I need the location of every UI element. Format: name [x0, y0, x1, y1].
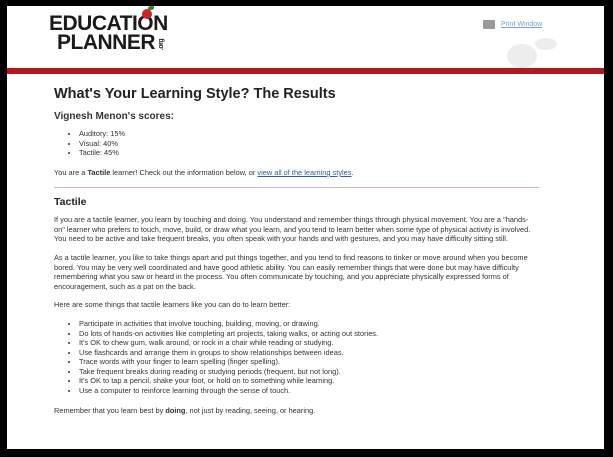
- watermark-leaf: [535, 38, 557, 50]
- result-end: .: [351, 167, 354, 177]
- tip-item: It's OK to tap a pencil, shake your foot…: [79, 376, 539, 386]
- main-content: What's Your Learning Style? The Results …: [7, 74, 539, 415]
- page-title: What's Your Learning Style? The Results: [54, 86, 336, 102]
- section-divider: [54, 186, 539, 188]
- result-mid: learner! Check out the information below…: [110, 167, 258, 177]
- closing-end: , not just by reading, seeing, or hearin…: [185, 405, 316, 415]
- tip-item: Participate in activities that involve t…: [79, 319, 539, 329]
- result-prefix: You are a: [54, 167, 88, 177]
- logo-suffix: .org: [158, 38, 166, 51]
- watermark-shape: [507, 44, 537, 68]
- tip-item: Take frequent breaks during reading or s…: [79, 367, 539, 377]
- education-planner-logo[interactable]: EDUCATION PLANNER .org: [49, 13, 168, 57]
- apple-watermark-icon: [497, 36, 567, 68]
- closing-text: Remember that you learn best by doing, n…: [54, 406, 539, 416]
- closing-prefix: Remember that you learn best by: [54, 405, 166, 415]
- scores-heading: Vignesh Menon's scores:: [54, 110, 175, 122]
- site-header: EDUCATION PLANNER .org Print Window: [7, 6, 604, 68]
- tip-item: Use a computer to reinforce learning thr…: [79, 386, 539, 396]
- tactile-paragraph-1: If you are a tactile learner, you learn …: [54, 215, 531, 244]
- score-item-visual: Visual: 40%: [79, 139, 539, 149]
- print-window-control[interactable]: Print Window: [483, 20, 542, 29]
- score-item-auditory: Auditory: 15%: [79, 129, 539, 139]
- print-window-link[interactable]: Print Window: [501, 21, 542, 28]
- logo-line2: PLANNER .org: [49, 31, 168, 57]
- tip-item: It's OK to chew gum, walk around, or roc…: [79, 338, 539, 348]
- result-type: Tactile: [87, 167, 111, 177]
- logo-line2-text: PLANNER: [57, 31, 156, 54]
- scores-list: Auditory: 15% Visual: 40% Tactile: 45%: [54, 129, 539, 158]
- tips-intro: Here are some things that tactile learne…: [54, 300, 291, 310]
- tactile-paragraph-2: As a tactile learner, you like to take t…: [54, 252, 528, 291]
- leaf-icon: [148, 6, 154, 10]
- printer-icon[interactable]: [483, 20, 495, 29]
- closing-bold: doing: [165, 405, 186, 415]
- tip-item: Do lots of hands-on activities like comp…: [79, 329, 539, 339]
- score-item-tactile: Tactile: 45%: [79, 148, 539, 158]
- tips-list: Participate in activities that involve t…: [54, 319, 539, 396]
- tip-item: Trace words with your finger to learn sp…: [79, 357, 539, 367]
- view-all-styles-link[interactable]: view all of the learning styles: [257, 168, 351, 177]
- page-frame: EDUCATION PLANNER .org Print Window What'…: [7, 6, 604, 449]
- result-summary: You are a Tactile learner! Check out the…: [54, 168, 539, 178]
- tip-item: Use flashcards and arrange them in group…: [79, 348, 539, 358]
- tactile-heading: Tactile: [54, 195, 87, 208]
- apple-icon: [142, 9, 152, 19]
